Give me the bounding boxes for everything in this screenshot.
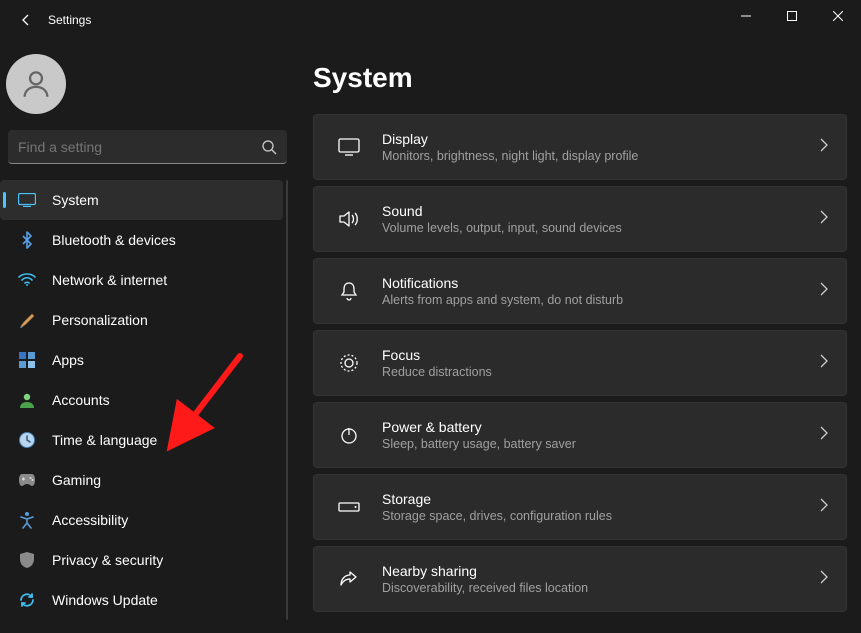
window-controls (723, 0, 861, 32)
card-desc: Volume levels, output, input, sound devi… (382, 221, 820, 235)
chevron-right-icon (820, 138, 828, 157)
apps-icon (18, 351, 36, 369)
share-icon (332, 569, 366, 589)
sidebar-item-personalization[interactable]: Personalization (0, 300, 283, 340)
card-focus[interactable]: Focus Reduce distractions (313, 330, 847, 396)
card-desc: Alerts from apps and system, do not dist… (382, 293, 820, 307)
sidebar-item-windows-update[interactable]: Windows Update (0, 580, 283, 620)
focus-icon (332, 353, 366, 373)
sidebar-item-system[interactable]: System (0, 180, 283, 220)
chevron-right-icon (820, 282, 828, 301)
maximize-button[interactable] (769, 0, 815, 32)
main-panel: System Display Monitors, brightness, nigh… (295, 40, 861, 633)
sidebar-item-gaming[interactable]: Gaming (0, 460, 283, 500)
sidebar-item-time-language[interactable]: Time & language (0, 420, 283, 460)
sidebar-item-label: Network & internet (52, 272, 167, 288)
card-sound[interactable]: Sound Volume levels, output, input, sound… (313, 186, 847, 252)
card-title: Nearby sharing (382, 563, 820, 579)
page-title: System (313, 62, 847, 94)
card-storage[interactable]: Storage Storage space, drives, configurat… (313, 474, 847, 540)
shield-icon (18, 551, 36, 569)
power-icon (332, 425, 366, 445)
card-title: Storage (382, 491, 820, 507)
card-desc: Discoverability, received files location (382, 581, 820, 595)
card-display[interactable]: Display Monitors, brightness, night light… (313, 114, 847, 180)
sidebar-item-label: Windows Update (52, 592, 158, 608)
sidebar-item-apps[interactable]: Apps (0, 340, 283, 380)
sidebar-item-label: Privacy & security (52, 552, 163, 568)
card-desc: Sleep, battery usage, battery saver (382, 437, 820, 451)
card-title: Power & battery (382, 419, 820, 435)
system-icon (18, 191, 36, 209)
avatar[interactable] (6, 54, 66, 114)
chevron-right-icon (820, 570, 828, 589)
card-power[interactable]: Power & battery Sleep, battery usage, bat… (313, 402, 847, 468)
storage-icon (332, 500, 366, 514)
bell-icon (332, 281, 366, 301)
search-icon (261, 139, 277, 155)
search-field[interactable] (18, 139, 261, 155)
sidebar-item-label: Bluetooth & devices (52, 232, 176, 248)
nav: System Bluetooth & devices Network & int… (0, 180, 295, 620)
sidebar-item-bluetooth[interactable]: Bluetooth & devices (0, 220, 283, 260)
maximize-icon (787, 11, 797, 21)
close-icon (833, 11, 843, 21)
person-icon (19, 67, 53, 101)
sound-icon (332, 210, 366, 228)
sidebar-item-label: Accessibility (52, 512, 128, 528)
sidebar-item-label: Time & language (52, 432, 157, 448)
gaming-icon (18, 471, 36, 489)
card-notifications[interactable]: Notifications Alerts from apps and system… (313, 258, 847, 324)
minimize-button[interactable] (723, 0, 769, 32)
clock-icon (18, 431, 36, 449)
sidebar-item-network[interactable]: Network & internet (0, 260, 283, 300)
chevron-right-icon (820, 426, 828, 445)
brush-icon (18, 311, 36, 329)
sidebar-item-label: Gaming (52, 472, 101, 488)
accounts-icon (18, 391, 36, 409)
bluetooth-icon (18, 231, 36, 249)
sidebar-item-label: Accounts (52, 392, 110, 408)
sidebar-item-label: System (52, 192, 99, 208)
card-title: Sound (382, 203, 820, 219)
display-icon (332, 138, 366, 156)
sidebar: System Bluetooth & devices Network & int… (0, 40, 295, 633)
sidebar-item-privacy[interactable]: Privacy & security (0, 540, 283, 580)
sidebar-item-label: Apps (52, 352, 84, 368)
wifi-icon (18, 271, 36, 289)
card-title: Focus (382, 347, 820, 363)
update-icon (18, 591, 36, 609)
back-arrow-icon (18, 12, 34, 28)
card-title: Display (382, 131, 820, 147)
accessibility-icon (18, 511, 36, 529)
close-button[interactable] (815, 0, 861, 32)
card-desc: Storage space, drives, configuration rul… (382, 509, 820, 523)
sidebar-item-label: Personalization (52, 312, 148, 328)
card-desc: Monitors, brightness, night light, displ… (382, 149, 820, 163)
back-button[interactable] (8, 12, 44, 28)
card-title: Notifications (382, 275, 820, 291)
app-title: Settings (48, 13, 91, 27)
chevron-right-icon (820, 354, 828, 373)
card-desc: Reduce distractions (382, 365, 820, 379)
sidebar-item-accessibility[interactable]: Accessibility (0, 500, 283, 540)
minimize-icon (741, 11, 751, 21)
sidebar-item-accounts[interactable]: Accounts (0, 380, 283, 420)
chevron-right-icon (820, 210, 828, 229)
card-nearby-sharing[interactable]: Nearby sharing Discoverability, received … (313, 546, 847, 612)
search-input[interactable] (8, 130, 287, 164)
chevron-right-icon (820, 498, 828, 517)
